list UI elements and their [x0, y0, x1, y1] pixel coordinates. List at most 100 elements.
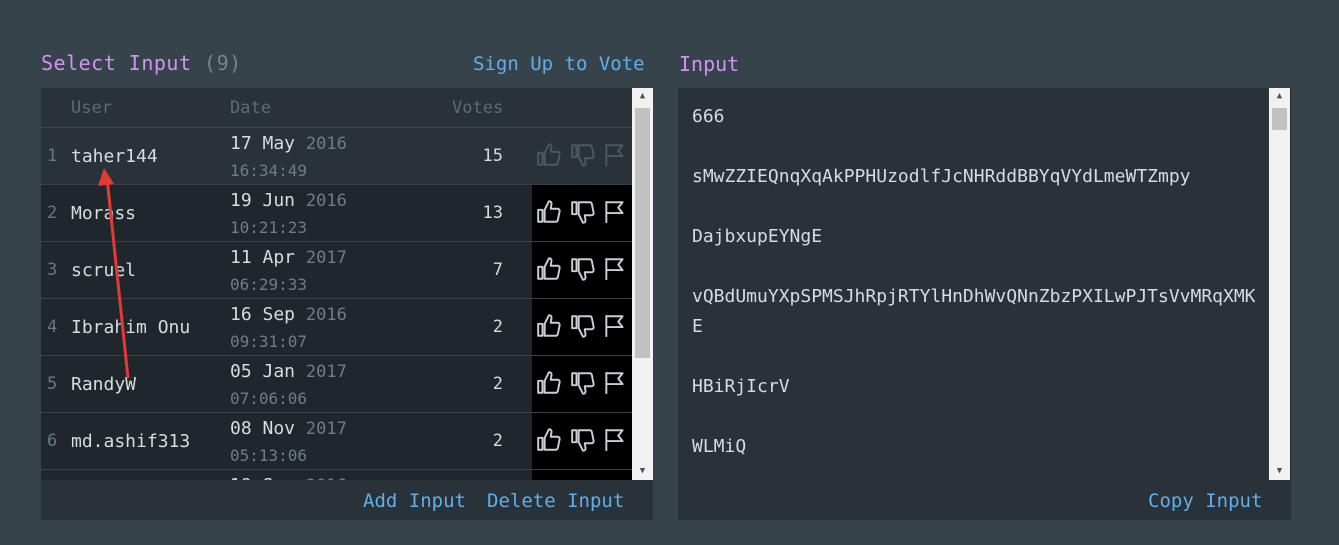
flag-icon[interactable]: [602, 256, 628, 282]
row-actions: [532, 470, 632, 480]
row-actions: [532, 299, 632, 355]
row-date-year: 2017: [305, 419, 347, 439]
row-actions: [532, 185, 632, 241]
add-input-button[interactable]: Add Input: [363, 490, 466, 512]
row-votes: 2: [492, 374, 503, 394]
input-scrollbar[interactable]: ▲ ▼: [1269, 88, 1290, 480]
row-time: 09:31:07: [230, 332, 308, 351]
row-votes: 15: [482, 146, 503, 166]
scroll-up-arrow-icon[interactable]: ▲: [632, 88, 653, 105]
flag-icon[interactable]: [602, 199, 628, 225]
thumbs-up-icon[interactable]: [536, 142, 562, 168]
row-date-daymonth: 16 Sep: [230, 304, 296, 325]
thumbs-down-icon[interactable]: [570, 370, 596, 396]
scroll-up-arrow-icon[interactable]: ▲: [1269, 88, 1290, 105]
scrollbar-thumb[interactable]: [1272, 108, 1287, 130]
row-date: 17 May 2016: [230, 133, 347, 154]
scrollbar-thumb[interactable]: [635, 108, 650, 358]
scroll-down-arrow-icon[interactable]: ▼: [1269, 463, 1290, 480]
column-header-user: User: [71, 98, 112, 118]
flag-icon[interactable]: [602, 142, 628, 168]
table-row[interactable]: 719 Sep 2016: [41, 470, 632, 480]
row-actions: [532, 356, 632, 412]
row-date-daymonth: 19 Jun: [230, 190, 296, 211]
row-time: 10:21:23: [230, 218, 308, 237]
row-date: 19 Jun 2016: [230, 190, 347, 211]
sign-up-to-vote-link[interactable]: Sign Up to Vote: [473, 53, 645, 75]
row-number: 5: [47, 374, 58, 394]
row-actions: [532, 128, 632, 184]
table-row[interactable]: 4 Ibrahim Onu 16 Sep 2016 09:31:07 2: [41, 299, 632, 356]
row-date-daymonth: 17 May: [230, 133, 296, 154]
thumbs-down-icon[interactable]: [570, 142, 596, 168]
row-date-daymonth: 08 Nov: [230, 418, 296, 439]
row-number: 2: [47, 203, 58, 223]
scroll-down-arrow-icon[interactable]: ▼: [632, 463, 653, 480]
row-votes: 2: [492, 317, 503, 337]
thumbs-up-icon[interactable]: [536, 199, 562, 225]
row-user: RandyW: [71, 374, 137, 395]
row-votes: 13: [482, 203, 503, 223]
row-time: 07:06:06: [230, 389, 308, 408]
inputs-table: User Date Votes 1 taher144 17 May 2016 16:3…: [41, 88, 632, 480]
select-input-footer: Add Input Delete Input: [41, 480, 653, 520]
row-user: md.ashif313: [71, 431, 191, 452]
thumbs-up-icon[interactable]: [536, 256, 562, 282]
select-input-title: Select Input (9): [41, 51, 242, 75]
copy-input-button[interactable]: Copy Input: [1148, 490, 1262, 512]
row-number: 3: [47, 260, 58, 280]
table-body: 1 taher144 17 May 2016 16:34:49 15 2 Morass 19 …: [41, 128, 632, 480]
column-header-votes: Votes: [452, 98, 504, 118]
row-time: 06:29:33: [230, 275, 308, 294]
table-row[interactable]: 1 taher144 17 May 2016 16:34:49 15: [41, 128, 632, 185]
row-user: taher144: [71, 146, 158, 167]
row-date: 11 Apr 2017: [230, 247, 347, 268]
select-input-panel: User Date Votes 1 taher144 17 May 2016 16:3…: [41, 88, 653, 520]
row-number: 1: [47, 146, 58, 166]
row-number: 6: [47, 431, 58, 451]
thumbs-up-icon[interactable]: [536, 313, 562, 339]
input-panel-title: Input: [679, 52, 740, 76]
flag-icon[interactable]: [602, 313, 628, 339]
row-votes: 7: [492, 260, 503, 280]
row-time: 16:34:49: [230, 161, 308, 180]
select-input-label: Select Input: [41, 51, 192, 75]
row-time: 05:13:06: [230, 446, 308, 465]
row-actions: [532, 242, 632, 298]
row-number: 4: [47, 317, 58, 337]
thumbs-down-icon[interactable]: [570, 427, 596, 453]
row-date: 16 Sep 2016: [230, 304, 347, 325]
thumbs-down-icon[interactable]: [570, 313, 596, 339]
row-user: scruel: [71, 260, 137, 281]
row-date: 05 Jan 2017: [230, 361, 347, 382]
row-date-year: 2016: [305, 134, 347, 154]
table-row[interactable]: 2 Morass 19 Jun 2016 10:21:23 13: [41, 185, 632, 242]
row-date-year: 2017: [305, 248, 347, 268]
row-votes: 2: [492, 431, 503, 451]
thumbs-down-icon[interactable]: [570, 199, 596, 225]
input-footer: Copy Input: [678, 480, 1291, 520]
input-panel: 666 sMwZZIEQnqXqAkPPHUzodlfJcNHRddBBYqVY…: [678, 88, 1291, 520]
row-user: Morass: [71, 203, 137, 224]
flag-icon[interactable]: [602, 427, 628, 453]
row-date-daymonth: 05 Jan: [230, 361, 296, 382]
input-content-box[interactable]: 666 sMwZZIEQnqXqAkPPHUzodlfJcNHRddBBYqVY…: [678, 88, 1269, 480]
row-date-year: 2017: [305, 362, 347, 382]
row-date: 08 Nov 2017: [230, 418, 347, 439]
flag-icon[interactable]: [602, 370, 628, 396]
input-count: (9): [204, 51, 242, 75]
table-row[interactable]: 3 scruel 11 Apr 2017 06:29:33 7: [41, 242, 632, 299]
thumbs-down-icon[interactable]: [570, 256, 596, 282]
table-row[interactable]: 6 md.ashif313 08 Nov 2017 05:13:06 2: [41, 413, 632, 470]
table-header: User Date Votes: [41, 88, 632, 128]
delete-input-button[interactable]: Delete Input: [487, 490, 624, 512]
table-row[interactable]: 5 RandyW 05 Jan 2017 07:06:06 2: [41, 356, 632, 413]
thumbs-up-icon[interactable]: [536, 427, 562, 453]
row-actions: [532, 413, 632, 469]
row-date-daymonth: 11 Apr: [230, 247, 296, 268]
table-scrollbar[interactable]: ▲ ▼: [632, 88, 653, 480]
thumbs-up-icon[interactable]: [536, 370, 562, 396]
column-header-date: Date: [230, 98, 271, 118]
row-date-year: 2016: [305, 305, 347, 325]
row-user: Ibrahim Onu: [71, 317, 191, 338]
